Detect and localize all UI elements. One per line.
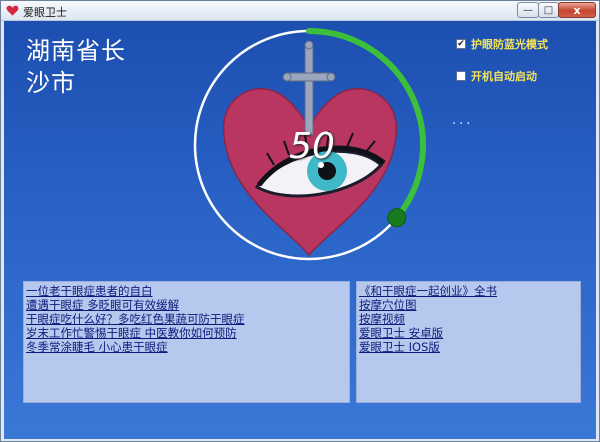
article-link[interactable]: 遭遇干眼症 多眨眼可有效缓解 — [26, 298, 347, 312]
resource-link[interactable]: 按摩视频 — [359, 312, 578, 326]
gauge-value: 50 — [289, 126, 335, 167]
close-button[interactable]: x — [558, 2, 596, 18]
option-label-auto-start: 开机自动启动 — [471, 70, 537, 83]
option-auto-start[interactable]: 开机自动启动 — [456, 68, 537, 84]
article-link[interactable]: 干眼症吃什么好？多吃红色果蔬可防干眼症 — [26, 312, 347, 326]
location-line-1: 湖南省长 — [26, 37, 126, 65]
main-panel: 湖南省长 沙市 50 ✔ 护眼防蓝光模式 开机自动启动 ... 一位老干眼症患者… — [4, 21, 596, 439]
location-label: 湖南省长 沙市 — [26, 35, 166, 99]
title-bar[interactable]: 爱眼卫士 — □ x — [1, 1, 599, 21]
resource-link[interactable]: 《和干眼症一起创业》全书 — [359, 284, 578, 298]
resource-link[interactable]: 按摩穴位图 — [359, 298, 578, 312]
article-link[interactable]: 一位老干眼症患者的自白 — [26, 284, 347, 298]
app-window: 爱眼卫士 — □ x 湖南省长 沙市 50 ✔ 护眼防蓝光模式 开机自动启动 .… — [0, 0, 600, 442]
option-label-blue-light-mode: 护眼防蓝光模式 — [471, 38, 548, 51]
resource-link[interactable]: 爱眼卫士 IOS版 — [359, 340, 578, 354]
article-link[interactable]: 冬季常涂睫毛 小心患干眼症 — [26, 340, 347, 354]
maximize-button[interactable]: □ — [538, 2, 559, 18]
minimize-button[interactable]: — — [517, 2, 539, 18]
resource-link[interactable]: 爱眼卫士 安卓版 — [359, 326, 578, 340]
location-line-2: 沙市 — [26, 69, 76, 97]
checkbox-auto-start[interactable] — [456, 71, 466, 81]
option-blue-light-mode[interactable]: ✔ 护眼防蓝光模式 — [456, 36, 548, 52]
article-link[interactable]: 岁末工作忙警惕干眼症 中医教你如何预防 — [26, 326, 347, 340]
heart-icon — [6, 5, 19, 16]
window-title: 爱眼卫士 — [23, 6, 67, 19]
checkbox-blue-light-mode[interactable]: ✔ — [456, 39, 466, 49]
more-menu-icon[interactable]: ... — [452, 113, 473, 128]
progress-knob[interactable] — [387, 208, 407, 228]
articles-panel: 一位老干眼症患者的自白 遭遇干眼症 多眨眼可有效缓解 干眼症吃什么好？多吃红色果… — [23, 281, 350, 403]
resources-panel: 《和干眼症一起创业》全书 按摩穴位图 按摩视频 爱眼卫士 安卓版 爱眼卫士 IO… — [356, 281, 581, 403]
